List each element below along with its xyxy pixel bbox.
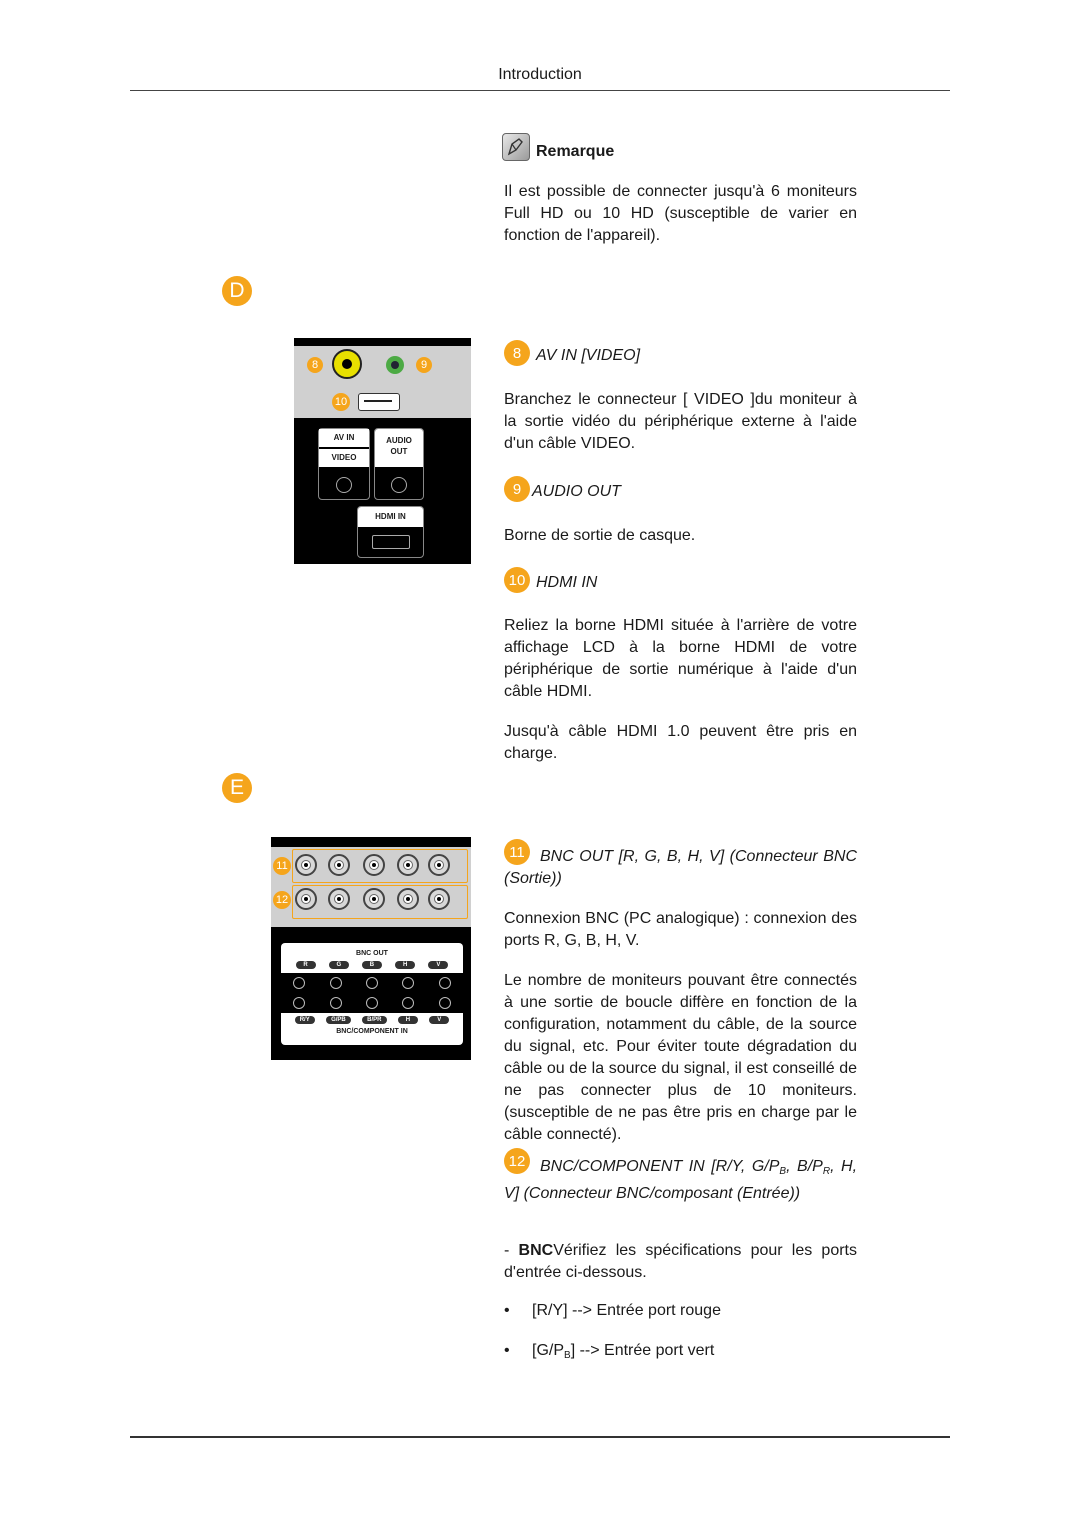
number-badge-8: 8 — [504, 340, 530, 366]
bnc-out-jack-1 — [295, 854, 317, 876]
item-10-title: HDMI IN — [536, 574, 598, 591]
bullet-item-gpb: • [G/PB] --> Entrée port vert — [504, 1342, 715, 1361]
item-11-text-2: Le nombre de moniteurs pouvant être conn… — [504, 972, 857, 1143]
audio-out-label-block: AUDIO OUT — [374, 428, 424, 500]
audio-jack-icon — [386, 356, 404, 374]
bnc-in-tag-4: V — [429, 1016, 450, 1024]
callout-12: 12 — [273, 891, 291, 909]
connector-panel-e: 11 12 BNC OUT R G B H V R/Y G/PB B/PR H V BNC/CO… — [271, 837, 471, 1060]
callout-10: 10 — [332, 393, 350, 411]
bnc-in-jack-3 — [363, 888, 385, 910]
bnc-in-jack-5 — [428, 888, 450, 910]
bnc-in-jack-1 — [295, 888, 317, 910]
bnc-out-jack-3 — [363, 854, 385, 876]
bnc-label-card: BNC OUT R G B H V R/Y G/PB B/PR H V BNC/COMPONEN… — [281, 943, 463, 1045]
bnc-out-label: BNC OUT — [356, 950, 388, 957]
item-10-heading: 10 HDMI IN — [504, 567, 597, 593]
item-9-heading: 9 AUDIO OUT — [504, 476, 621, 502]
hdmi-port-icon — [358, 393, 400, 411]
section-e-badge: E — [222, 773, 252, 803]
running-header-title: Introduction — [498, 66, 582, 83]
bnc-out-jack-2 — [328, 854, 350, 876]
item-12-intro: - BNCVérifiez les spécifications pour le… — [504, 1242, 857, 1281]
bnc-in-tag-0: R/Y — [294, 1016, 315, 1024]
section-d-badge: D — [222, 276, 252, 306]
note-text: Il est possible de connecter jusqu'à 6 m… — [504, 183, 857, 244]
bnc-in-jack-4 — [397, 888, 419, 910]
bnc-in-label: BNC/COMPONENT IN — [336, 1028, 408, 1035]
note-heading: Remarque — [502, 133, 614, 161]
item-12-title: BNC/COMPONENT IN [R/Y, G/PB, B/PR, H, V]… — [504, 1158, 858, 1202]
item-10-text-2: Jusqu'à câble HDMI 1.0 peuvent être pris… — [504, 723, 857, 762]
bnc-out-tag-0: R — [295, 961, 316, 969]
note-title: Remarque — [536, 143, 615, 160]
item-8-title: AV IN [VIDEO] — [536, 347, 641, 364]
callout-8: 8 — [307, 357, 323, 373]
footer-rule — [130, 1436, 950, 1438]
bnc-out-tag-1: G — [328, 961, 349, 969]
note-pencil-icon — [502, 133, 530, 161]
item-9-text: Borne de sortie de casque. — [504, 527, 696, 544]
item-11-title: BNC OUT [R, G, B, H, V] (Connecteur BNC … — [504, 848, 857, 887]
bnc-in-tag-1: G/PB — [326, 1016, 351, 1024]
bnc-in-tag-3: H — [397, 1016, 418, 1024]
item-11-text-1: Connexion BNC (PC analogique) : connexio… — [504, 910, 857, 949]
number-badge-10: 10 — [504, 567, 530, 593]
header-rule — [130, 90, 950, 91]
item-9-title: AUDIO OUT — [532, 483, 621, 500]
connector-panel-d: 8 9 10 AV IN VIDEO AUDIO OUT HDMI IN — [294, 338, 471, 564]
bnc-out-jack-5 — [428, 854, 450, 876]
bullet-item-ry: • [R/Y] --> Entrée port rouge — [504, 1302, 721, 1319]
number-badge-9: 9 — [504, 476, 530, 502]
bnc-out-tag-2: B — [361, 961, 382, 969]
bnc-in-tag-2: B/PR — [362, 1016, 387, 1024]
callout-9: 9 — [416, 357, 432, 373]
item-10-text-1: Reliez la borne HDMI située à l'arrière … — [504, 617, 857, 700]
bnc-out-jack-4 — [397, 854, 419, 876]
bnc-hole-grid — [281, 973, 463, 1013]
bnc-in-jack-2 — [328, 888, 350, 910]
av-in-label-block: AV IN VIDEO — [318, 428, 370, 500]
video-jack-icon — [332, 349, 362, 379]
hdmi-in-label-block: HDMI IN — [357, 506, 424, 558]
bnc-out-tag-3: H — [395, 961, 416, 969]
callout-11: 11 — [273, 857, 291, 875]
bnc-out-tag-4: V — [428, 961, 449, 969]
item-8-text: Branchez le connecteur [ VIDEO ]du monit… — [504, 391, 857, 452]
item-8-heading: 8 AV IN [VIDEO] — [504, 340, 640, 366]
